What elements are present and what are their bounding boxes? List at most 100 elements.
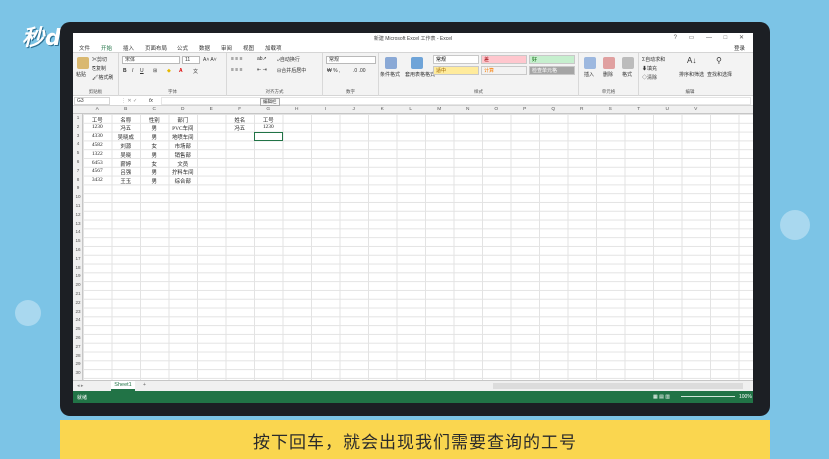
tab-view[interactable]: 视图: [243, 44, 254, 52]
tab-file[interactable]: 文件: [79, 44, 90, 52]
tab-review[interactable]: 审阅: [221, 44, 232, 52]
tab-addins[interactable]: 加载项: [265, 44, 282, 52]
row-header-7[interactable]: 7: [73, 168, 83, 173]
row-header-2[interactable]: 2: [73, 124, 83, 129]
column-header-r[interactable]: R: [568, 107, 597, 112]
column-header-s[interactable]: S: [596, 107, 625, 112]
row-header-8[interactable]: 8: [73, 177, 83, 182]
row-header-14[interactable]: 14: [73, 229, 83, 234]
row-header-6[interactable]: 6: [73, 159, 83, 164]
row-header-15[interactable]: 15: [73, 238, 83, 243]
table-header-cell[interactable]: 部门: [169, 116, 198, 124]
table-cell[interactable]: 王玉: [112, 177, 141, 185]
tab-insert[interactable]: 插入: [123, 44, 134, 52]
table-cell[interactable]: 男: [140, 133, 169, 141]
row-header-11[interactable]: 11: [73, 203, 83, 208]
row-header-24[interactable]: 24: [73, 317, 83, 322]
table-cell[interactable]: 综合部: [169, 177, 198, 185]
decimal-icon[interactable]: .0 .00: [353, 68, 366, 74]
table-cell[interactable]: 销售部: [169, 151, 198, 159]
phonetic-icon[interactable]: 文: [193, 68, 198, 75]
row-header-13[interactable]: 13: [73, 221, 83, 226]
align-left-icon[interactable]: ≡ ≡ ≡: [231, 67, 243, 73]
row-header-18[interactable]: 18: [73, 265, 83, 270]
lookup-id-header[interactable]: 工号: [254, 116, 283, 124]
active-cell-g3[interactable]: [254, 131, 283, 141]
table-header-cell[interactable]: 名称: [112, 116, 141, 124]
border-icon[interactable]: ⊞: [153, 68, 157, 74]
bold-button[interactable]: B: [123, 68, 127, 74]
format-painter-button[interactable]: 🖌格式刷: [92, 74, 113, 81]
table-cell[interactable]: 4582: [83, 142, 112, 148]
style-check-cell[interactable]: 检查单元格: [529, 66, 575, 75]
row-header-30[interactable]: 30: [73, 370, 83, 375]
sort-filter-button[interactable]: 排序和筛选: [679, 71, 704, 78]
name-box[interactable]: G3: [74, 97, 110, 105]
window-controls[interactable]: ? ▭ — □ ✕: [674, 34, 749, 41]
column-header-b[interactable]: B: [112, 107, 141, 112]
row-header-4[interactable]: 4: [73, 141, 83, 146]
find-select-button[interactable]: 查找和选择: [707, 71, 732, 78]
orientation-icon[interactable]: ab↗: [257, 56, 267, 62]
style-normal[interactable]: 常规: [433, 55, 479, 64]
column-header-l[interactable]: L: [397, 107, 426, 112]
italic-button[interactable]: I: [132, 68, 133, 74]
row-header-12[interactable]: 12: [73, 212, 83, 217]
font-grow-icon[interactable]: A˄ A˅: [203, 57, 217, 63]
clear-button[interactable]: ◇清除: [642, 74, 657, 81]
horizontal-scrollbar[interactable]: [493, 383, 743, 389]
zoom-slider[interactable]: [681, 396, 735, 397]
row-header-16[interactable]: 16: [73, 247, 83, 252]
row-header-29[interactable]: 29: [73, 361, 83, 366]
column-header-a[interactable]: A: [83, 107, 112, 112]
table-cell[interactable]: 女: [140, 160, 169, 168]
column-header-j[interactable]: J: [340, 107, 369, 112]
font-size-select[interactable]: 11: [182, 56, 200, 64]
table-cell[interactable]: 4567: [83, 168, 112, 174]
lookup-name-value[interactable]: 冯五: [226, 124, 255, 132]
lookup-id-result[interactable]: 1230: [254, 124, 283, 130]
lookup-name-header[interactable]: 姓名: [226, 116, 255, 124]
row-header-28[interactable]: 28: [73, 353, 83, 358]
conditional-format-button[interactable]: 条件格式: [380, 71, 400, 78]
merge-center-button[interactable]: ⊟合并后居中: [277, 67, 306, 74]
column-header-t[interactable]: T: [625, 107, 654, 112]
table-cell[interactable]: 薪婷: [112, 160, 141, 168]
sheet-nav-arrows[interactable]: ◂ ▸: [77, 383, 83, 389]
paste-button[interactable]: 粘贴: [76, 71, 86, 78]
tab-formulas[interactable]: 公式: [177, 44, 188, 52]
currency-icon[interactable]: ₩ % ,: [327, 68, 340, 74]
row-header-19[interactable]: 19: [73, 273, 83, 278]
table-cell[interactable]: 女: [140, 142, 169, 150]
column-header-n[interactable]: N: [454, 107, 483, 112]
row-header-9[interactable]: 9: [73, 185, 83, 190]
sheet-tab-sheet1[interactable]: Sheet1: [111, 381, 135, 391]
tab-data[interactable]: 数据: [199, 44, 210, 52]
wrap-text-button[interactable]: ⤶自动换行: [277, 56, 300, 63]
column-header-d[interactable]: D: [169, 107, 198, 112]
row-header-20[interactable]: 20: [73, 282, 83, 287]
format-button[interactable]: 格式: [622, 71, 632, 78]
table-cell[interactable]: 1230: [83, 124, 112, 130]
column-header-p[interactable]: P: [511, 107, 540, 112]
style-good[interactable]: 好: [529, 55, 575, 64]
insert-button[interactable]: 插入: [584, 71, 594, 78]
autosum-button[interactable]: Σ自动求和: [642, 56, 665, 63]
fx-button[interactable]: fx: [149, 98, 153, 104]
table-cell[interactable]: 男: [140, 168, 169, 176]
table-cell[interactable]: 3432: [83, 177, 112, 183]
row-header-10[interactable]: 10: [73, 194, 83, 199]
row-header-26[interactable]: 26: [73, 335, 83, 340]
cell-grid[interactable]: 编辑栏 工号 名称 性别 部门 1230 冯五男 PVC车间 4330 吴晓成男地喷车间 4582…: [83, 98, 753, 380]
table-cell[interactable]: 吴晓: [112, 151, 141, 159]
font-color-icon[interactable]: A: [179, 68, 183, 74]
delete-button[interactable]: 删除: [603, 71, 613, 78]
table-cell[interactable]: 冯五: [112, 124, 141, 132]
indent-icon[interactable]: ⇤ ⇥: [257, 67, 267, 73]
fill-button[interactable]: ⬇填充: [642, 65, 657, 72]
row-header-25[interactable]: 25: [73, 326, 83, 331]
column-header-q[interactable]: Q: [539, 107, 568, 112]
number-format-select[interactable]: 常规: [326, 56, 376, 64]
row-header-23[interactable]: 23: [73, 309, 83, 314]
login-link[interactable]: 登录: [734, 44, 745, 52]
